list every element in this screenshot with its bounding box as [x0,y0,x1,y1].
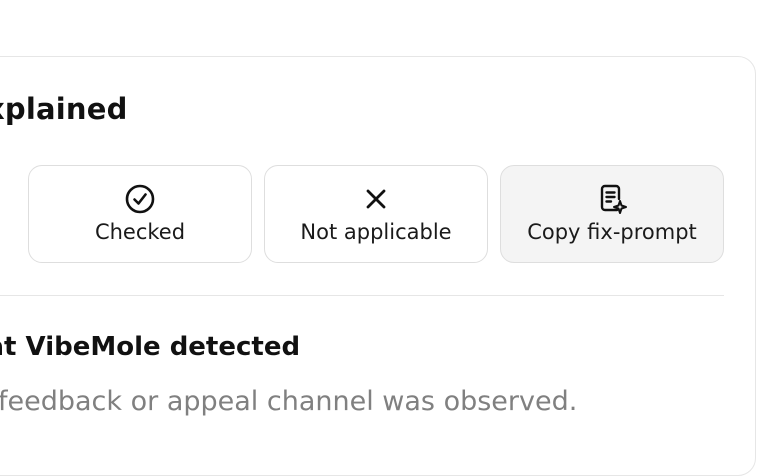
not-applicable-button[interactable]: Not applicable [264,165,488,263]
checked-button[interactable]: Checked [28,165,252,263]
copy-fix-prompt-button[interactable]: Copy fix-prompt [500,165,724,263]
close-x-icon [366,189,386,209]
check-circle-icon [125,184,155,214]
card-heading: xplained [0,92,128,126]
section-divider [0,295,724,296]
copy-document-sparkle-icon [600,184,627,214]
detection-section-body: feedback or appeal channel was observed. [0,386,578,417]
not-applicable-button-label: Not applicable [300,220,452,244]
detection-section-title: hat VibeMole detected [0,332,301,362]
checked-button-label: Checked [94,220,186,244]
copy-fix-prompt-button-label: Copy fix-prompt [527,220,697,244]
